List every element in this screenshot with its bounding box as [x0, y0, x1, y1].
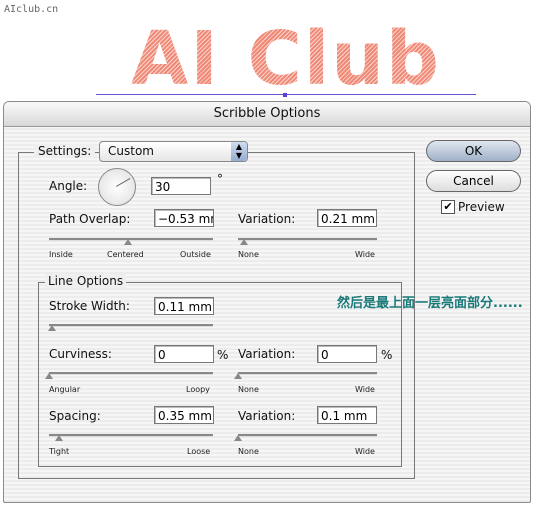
annotation-text: 然后是最上面一层亮面部分......: [337, 296, 523, 311]
curviness-variation-thumb[interactable]: [234, 373, 242, 379]
stroke-width-label: Stroke Width:: [49, 299, 130, 313]
path-overlap-variation-thumb[interactable]: [239, 239, 248, 245]
path-overlap-label: Path Overlap:: [49, 212, 131, 226]
curviness-unit: %: [217, 348, 229, 362]
anchor-point: [283, 93, 287, 97]
stroke-width-thumb[interactable]: [48, 325, 57, 331]
settings-dropdown[interactable]: Custom ▲ ▼: [99, 141, 248, 162]
angle-unit: °: [217, 172, 223, 186]
slider-label-outside: Outside: [180, 250, 211, 259]
curviness-thumb[interactable]: [45, 373, 53, 379]
path-overlap-variation-label: Variation:: [238, 212, 296, 226]
slider-label-angular: Angular: [49, 385, 81, 394]
slider-label-tight: Tight: [49, 447, 70, 456]
slider-label-wide: Wide: [355, 250, 375, 259]
spacing-variation-label: Variation:: [238, 409, 296, 423]
slider-label-centered: Centered: [107, 250, 144, 259]
spacing-thumb[interactable]: [54, 435, 63, 441]
curviness-variation-input[interactable]: 0: [317, 345, 377, 363]
cancel-button[interactable]: Cancel: [426, 170, 521, 192]
spacing-slider[interactable]: [49, 434, 213, 437]
slider-label-wide: Wide: [355, 385, 375, 394]
watermark: AIclub.cn: [4, 4, 59, 15]
slider-label-inside: Inside: [49, 250, 73, 259]
path-overlap-slider-thumb[interactable]: [123, 239, 132, 245]
ok-button[interactable]: OK: [426, 140, 521, 162]
curviness-input[interactable]: 0: [154, 345, 214, 363]
stroke-width-slider[interactable]: [49, 324, 213, 327]
slider-label-loopy: Loopy: [186, 385, 210, 394]
spacing-variation-thumb[interactable]: [234, 435, 242, 441]
curviness-slider[interactable]: [49, 372, 213, 375]
angle-label: Angle:: [49, 179, 88, 193]
preview-label: Preview: [458, 200, 505, 214]
settings-label: Settings:: [34, 144, 96, 158]
spacing-input[interactable]: 0.35 mm: [154, 406, 214, 424]
line-options-title: Line Options: [45, 274, 127, 288]
stroke-width-input[interactable]: 0.11 mm: [154, 297, 214, 315]
path-overlap-variation-input[interactable]: 0.21 mm: [317, 209, 377, 227]
angle-dial[interactable]: [98, 168, 136, 206]
spacing-label: Spacing:: [49, 409, 101, 423]
settings-value: Custom: [108, 144, 154, 158]
slider-label-none: None: [238, 250, 259, 259]
path-overlap-variation-slider[interactable]: [238, 238, 377, 241]
slider-label-wide: Wide: [355, 447, 375, 456]
scribble-artwork: AI Club: [96, 22, 476, 96]
curviness-variation-unit: %: [381, 348, 393, 362]
slider-label-loose: Loose: [187, 447, 211, 456]
curviness-variation-slider[interactable]: [238, 372, 377, 375]
curviness-variation-label: Variation:: [238, 347, 296, 361]
path-overlap-input[interactable]: −0.53 mm: [154, 209, 214, 227]
dialog-title: Scribble Options: [4, 102, 530, 127]
checkmark-icon: ✔: [443, 200, 453, 213]
angle-needle: [116, 178, 131, 187]
slider-label-none: None: [238, 447, 259, 456]
updown-arrows-icon: ▲ ▼: [231, 142, 247, 161]
spacing-variation-input[interactable]: 0.1 mm: [317, 406, 377, 424]
curviness-label: Curviness:: [49, 347, 112, 361]
angle-input[interactable]: 30: [151, 177, 211, 195]
preview-checkbox[interactable]: ✔: [441, 200, 455, 214]
slider-label-none: None: [238, 385, 259, 394]
spacing-variation-slider[interactable]: [238, 434, 377, 437]
